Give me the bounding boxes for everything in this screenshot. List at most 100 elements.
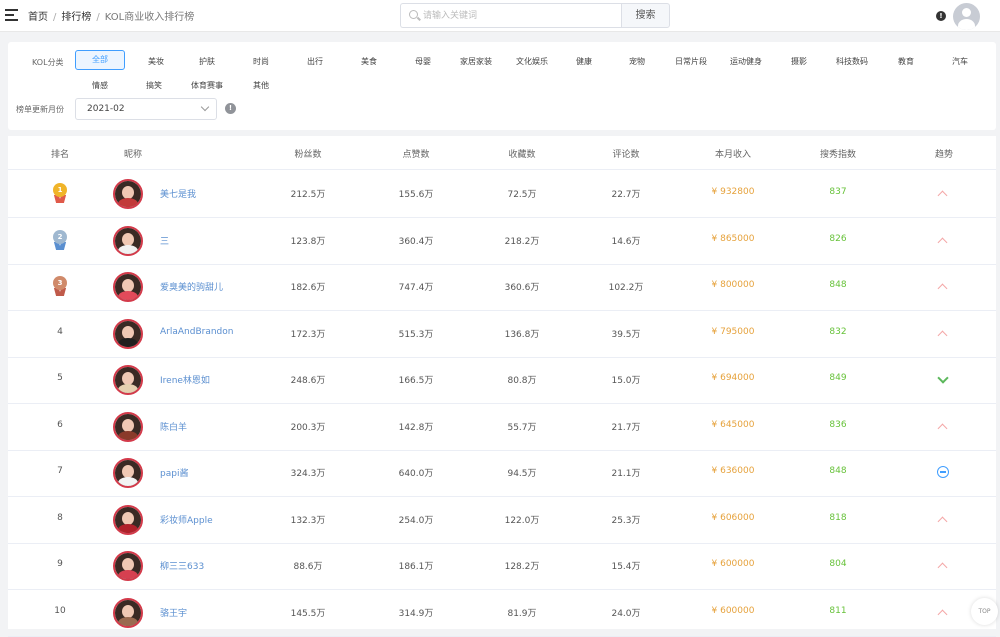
month-select[interactable]: 2021-02: [75, 98, 217, 120]
fans-count: 145.5万: [290, 608, 326, 619]
favs-count: 360.6万: [504, 283, 540, 293]
avatar[interactable]: [113, 504, 143, 535]
score-index: 837: [829, 187, 847, 197]
kol-name-link[interactable]: 陈白羊: [160, 420, 187, 433]
monthly-income: ¥ 932800: [711, 187, 755, 197]
avatar[interactable]: [113, 318, 143, 349]
avatar[interactable]: [113, 272, 143, 302]
category-other[interactable]: 其他: [246, 80, 276, 91]
month-label: 榜单更新月份: [16, 105, 64, 114]
category-photography[interactable]: 摄影: [784, 56, 814, 67]
trend-up-icon: [937, 236, 949, 246]
header-trend: 趋势: [934, 150, 953, 160]
avatar[interactable]: [113, 365, 143, 395]
category-education[interactable]: 教育: [891, 56, 921, 67]
rank-medal-icon: 1: [52, 183, 68, 205]
kol-name-link[interactable]: ArlaAndBrandon: [160, 327, 233, 337]
search-input[interactable]: [423, 8, 613, 24]
table-row[interactable]: 6 陈白羊 200.3万 142.8万 55.7万 21.7万 ¥ 645000 836: [8, 404, 996, 451]
kol-name-link[interactable]: papi酱: [160, 466, 188, 479]
table-row[interactable]: 4 ArlaAndBrandon 172.3万 515.3万 136.8万 39.5万 ¥ …: [8, 311, 996, 358]
fans-count: 200.3万: [290, 422, 326, 433]
header-likes: 点赞数: [402, 150, 430, 160]
kol-name-link[interactable]: 柳三三633: [160, 559, 204, 572]
back-to-top-button[interactable]: TOP: [971, 598, 998, 625]
avatar[interactable]: [113, 597, 143, 628]
category-sports[interactable]: 体育赛事: [186, 80, 228, 91]
avatar[interactable]: [113, 551, 143, 581]
likes-count: 747.4万: [398, 283, 434, 293]
rank-number: 4: [57, 326, 63, 337]
help-icon[interactable]: !: [225, 103, 236, 114]
table-row[interactable]: 9 柳三三633 88.6万 186.1万 128.2万 15.4万 ¥ 600000 804: [8, 543, 996, 590]
trend-down-icon: [937, 375, 949, 385]
fans-count: 182.6万: [290, 283, 326, 293]
header-score: 搜秀指数: [819, 150, 856, 160]
breadcrumb-home[interactable]: 首页: [28, 12, 48, 23]
category-auto[interactable]: 汽车: [945, 56, 975, 67]
breadcrumb-rankings[interactable]: 排行榜: [61, 12, 91, 23]
kol-name-link[interactable]: Irene林恩如: [160, 373, 210, 386]
favs-count: 136.8万: [504, 329, 540, 340]
avatar[interactable]: [113, 225, 143, 256]
menu-icon[interactable]: [5, 9, 18, 21]
category-comedy[interactable]: 搞笑: [139, 80, 169, 91]
table-row[interactable]: 8 彩妆师Apple 132.3万 254.0万 122.0万 25.3万 ¥ 606000…: [8, 497, 996, 544]
category-health[interactable]: 健康: [569, 56, 599, 67]
category-all[interactable]: 全部: [75, 50, 125, 70]
category-skincare[interactable]: 护肤: [192, 56, 222, 67]
comments-count: 21.7万: [611, 422, 641, 433]
likes-count: 142.8万: [398, 422, 434, 433]
avatar[interactable]: [113, 458, 143, 488]
table-row[interactable]: 5 Irene林恩如 248.6万 166.5万 80.8万 15.0万 ¥ 694000 8…: [8, 357, 996, 404]
table-row[interactable]: 10 骆王宇 145.5万 314.9万 81.9万 24.0万 ¥ 600000 811: [8, 590, 996, 637]
category-pets[interactable]: 宠物: [622, 56, 652, 67]
search-button[interactable]: 搜索: [621, 3, 670, 28]
kol-name-link[interactable]: 爱臭美的驹甜儿: [160, 280, 223, 293]
fans-count: 123.8万: [290, 236, 326, 247]
category-entertainment[interactable]: 文化娱乐: [511, 56, 553, 67]
kol-name-link[interactable]: 骆王宇: [160, 606, 187, 619]
category-fashion[interactable]: 时尚: [246, 56, 276, 67]
monthly-income: ¥ 694000: [711, 373, 755, 383]
category-maternity[interactable]: 母婴: [408, 56, 438, 67]
comments-count: 24.0万: [611, 608, 641, 619]
table-row[interactable]: 2 三 123.8万 360.4万 218.2万 14.6万 ¥ 865000 826: [8, 218, 996, 265]
favs-count: 94.5万: [507, 469, 537, 479]
fans-count: 172.3万: [290, 329, 326, 340]
category-food[interactable]: 美食: [354, 56, 384, 67]
table-row[interactable]: 1 美七是我 212.5万 155.6万 72.5万 22.7万 ¥ 932800 837: [8, 171, 996, 218]
favs-count: 80.8万: [507, 376, 537, 386]
category-daily[interactable]: 日常片段: [670, 56, 712, 67]
likes-count: 186.1万: [398, 562, 434, 572]
score-index: 818: [829, 512, 847, 523]
likes-count: 254.0万: [398, 515, 434, 526]
table-row[interactable]: 7 papi酱 324.3万 640.0万 94.5万 21.1万 ¥ 636000 848: [8, 450, 996, 497]
category-makeup[interactable]: 美妆: [141, 56, 171, 67]
monthly-income: ¥ 645000: [711, 419, 755, 430]
search-icon: [409, 10, 418, 19]
avatar[interactable]: [113, 411, 143, 442]
trend-up-icon: [937, 561, 949, 571]
search-box: [400, 3, 621, 28]
kol-name-link[interactable]: 彩妆师Apple: [160, 513, 213, 526]
rank-medal-icon: 3: [52, 276, 68, 298]
comments-count: 15.4万: [611, 562, 641, 572]
category-label: KOL分类: [32, 58, 64, 67]
comments-count: 22.7万: [611, 190, 641, 200]
monthly-income: ¥ 606000: [711, 512, 755, 523]
kol-name-link[interactable]: 三: [160, 234, 169, 247]
rank-number: 6: [57, 419, 63, 430]
likes-count: 515.3万: [398, 329, 434, 340]
category-home[interactable]: 家居家装: [455, 56, 497, 67]
table-row[interactable]: 3 爱臭美的驹甜儿 182.6万 747.4万 360.6万 102.2万 ¥ 800000…: [8, 264, 996, 311]
user-avatar[interactable]: [953, 3, 980, 30]
category-fitness[interactable]: 运动健身: [725, 56, 767, 67]
avatar[interactable]: [113, 179, 143, 209]
notification-icon[interactable]: !: [936, 11, 946, 21]
category-emotion[interactable]: 情感: [85, 80, 115, 91]
kol-name-link[interactable]: 美七是我: [160, 187, 196, 200]
comments-count: 15.0万: [611, 376, 641, 386]
category-travel[interactable]: 出行: [300, 56, 330, 67]
category-tech[interactable]: 科技数码: [831, 56, 873, 67]
